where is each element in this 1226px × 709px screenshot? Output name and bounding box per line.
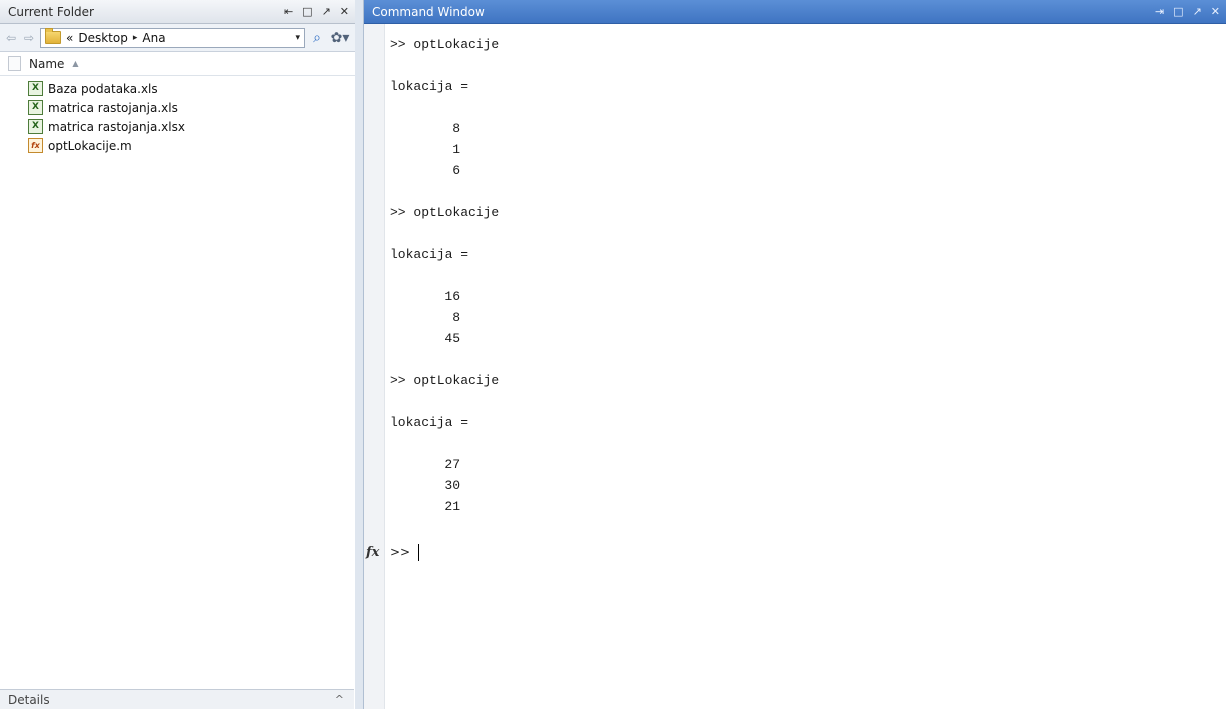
output-value: 21: [444, 499, 460, 514]
prompt-symbol: >>: [390, 545, 411, 559]
file-list: X Baza podataka.xls X matrica rastojanja…: [0, 76, 355, 155]
current-folder-panel: Current Folder ⇤ □ ↗ ✕ ⇦ ⇨ « Desktop ▸ A…: [0, 0, 356, 709]
breadcrumb-ana[interactable]: Ana: [142, 31, 165, 45]
forward-arrow-icon[interactable]: ⇨: [22, 31, 36, 45]
variable-line: lokacija =: [390, 247, 469, 262]
command-window-panel: Command Window ⇥ □ ↗ ✕ >> optLokacije lo…: [364, 0, 1226, 709]
breadcrumb-separator-icon[interactable]: ▸: [133, 33, 138, 43]
command-line: >> optLokacije: [390, 37, 500, 52]
xls-icon: X: [28, 81, 43, 96]
current-folder-title: Current Folder: [8, 4, 94, 19]
path-field[interactable]: « Desktop ▸ Ana ▾: [40, 27, 305, 48]
float-icon[interactable]: ↗: [322, 5, 331, 18]
command-window-title: Command Window: [372, 4, 485, 19]
search-icon[interactable]: ⌕: [309, 30, 325, 46]
column-header: Name ▲: [0, 52, 355, 76]
maximize-icon[interactable]: □: [1173, 5, 1183, 18]
back-arrow-icon[interactable]: ⇦: [4, 31, 18, 45]
path-dropdown-icon[interactable]: ▾: [295, 33, 300, 43]
output-value: 45: [444, 331, 460, 346]
command-line: >> optLokacije: [390, 373, 500, 388]
folder-icon: [45, 28, 61, 44]
address-bar: ⇦ ⇨ « Desktop ▸ Ana ▾ ⌕ ✿▾: [0, 24, 355, 52]
close-icon[interactable]: ✕: [1211, 5, 1220, 18]
dock-icon[interactable]: ⇥: [1155, 5, 1164, 18]
list-item[interactable]: fx optLokacije.m: [0, 136, 355, 155]
file-name: matrica rastojanja.xlsx: [48, 119, 185, 134]
command-prompt[interactable]: fx >>: [366, 541, 420, 563]
command-window-controls: ⇥ □ ↗ ✕: [1155, 5, 1220, 18]
output-value: 8: [452, 310, 460, 325]
file-type-column-icon: [8, 56, 21, 71]
list-item[interactable]: X matrica rastojanja.xlsx: [0, 117, 355, 136]
close-icon[interactable]: ✕: [340, 5, 349, 18]
gear-icon[interactable]: ✿▾: [329, 30, 351, 46]
details-bar[interactable]: Details ^: [0, 689, 354, 709]
output-value: 27: [444, 457, 460, 472]
maximize-icon[interactable]: □: [302, 5, 312, 18]
xls-icon: X: [28, 100, 43, 115]
float-icon[interactable]: ↗: [1193, 5, 1202, 18]
output-value: 8: [452, 121, 460, 136]
current-folder-window-controls: ⇤ □ ↗ ✕: [284, 5, 349, 18]
output-value: 30: [444, 478, 460, 493]
output-value: 1: [452, 142, 460, 157]
output-value: 16: [444, 289, 460, 304]
file-name: matrica rastojanja.xls: [48, 100, 178, 115]
list-item[interactable]: X Baza podataka.xls: [0, 79, 355, 98]
sort-ascending-icon: ▲: [72, 59, 79, 68]
breadcrumb-prefix[interactable]: «: [66, 31, 73, 45]
command-line: >> optLokacije: [390, 205, 500, 220]
text-cursor: [418, 543, 420, 561]
output-value: 6: [452, 163, 460, 178]
details-label: Details: [8, 692, 50, 707]
file-name: optLokacije.m: [48, 138, 132, 153]
command-window-titlebar[interactable]: Command Window ⇥ □ ↗ ✕: [364, 0, 1226, 24]
chevron-up-icon[interactable]: ^: [335, 693, 344, 706]
panel-splitter[interactable]: [355, 0, 364, 709]
variable-line: lokacija =: [390, 415, 469, 430]
m-file-icon: fx: [28, 138, 43, 153]
undock-icon[interactable]: ⇤: [284, 5, 293, 18]
name-column-header[interactable]: Name: [29, 57, 64, 71]
command-gutter: [364, 24, 385, 709]
fx-icon[interactable]: fx: [366, 545, 384, 560]
file-name: Baza podataka.xls: [48, 81, 158, 96]
list-item[interactable]: X matrica rastojanja.xls: [0, 98, 355, 117]
xlsx-icon: X: [28, 119, 43, 134]
command-output[interactable]: >> optLokacije lokacija = 8 1 6 >> optLo…: [390, 34, 1226, 517]
current-folder-titlebar[interactable]: Current Folder ⇤ □ ↗ ✕: [0, 0, 355, 24]
breadcrumb-desktop[interactable]: Desktop: [78, 31, 128, 45]
variable-line: lokacija =: [390, 79, 469, 94]
